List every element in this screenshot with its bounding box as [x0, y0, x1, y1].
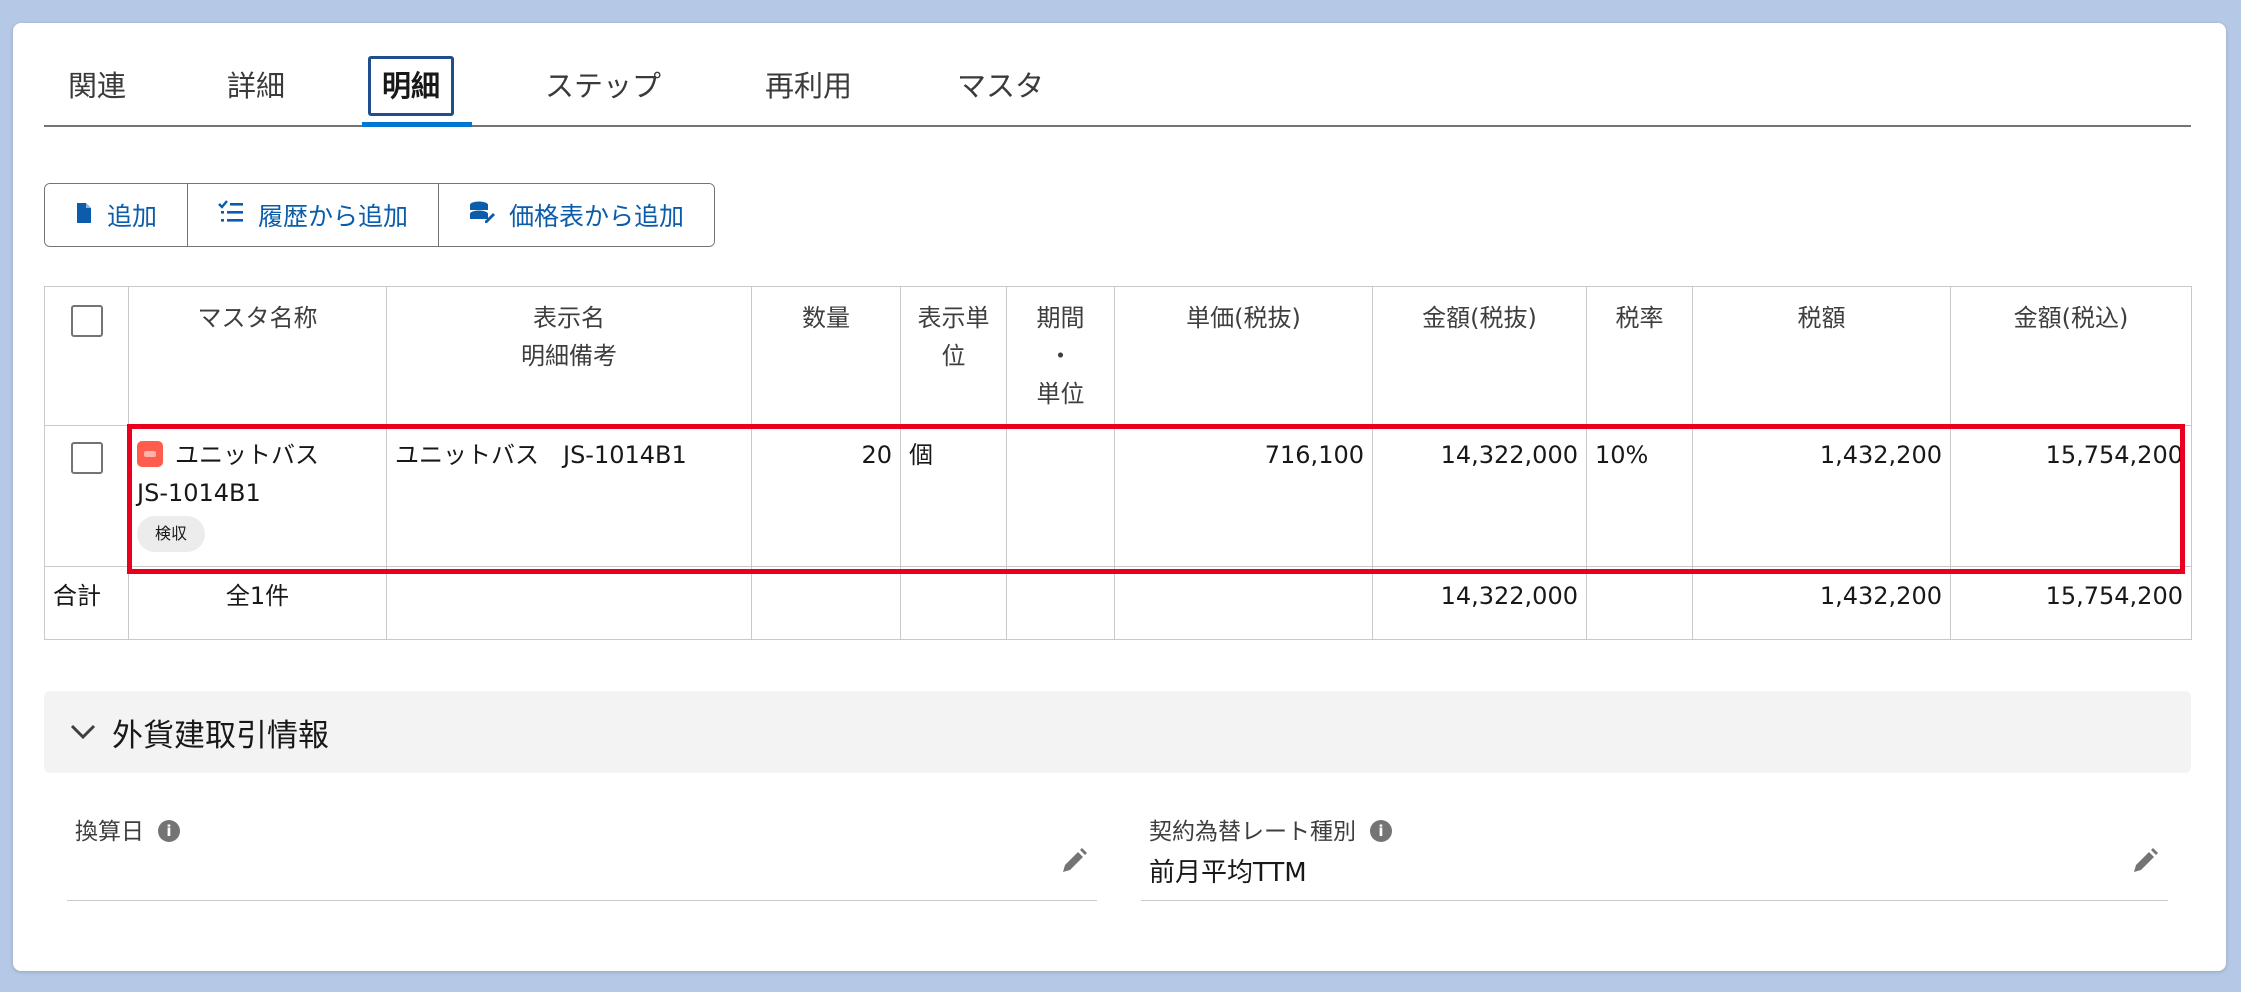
- conversion-date-label: 換算日 i: [75, 812, 180, 846]
- total-count: 全1件: [128, 566, 387, 640]
- total-label: 合計: [44, 566, 129, 640]
- rate-type-field[interactable]: 契約為替レート種別 i 前月平均TTM: [1141, 812, 2168, 901]
- total-empty-1: [386, 566, 752, 640]
- info-icon[interactable]: i: [158, 819, 180, 842]
- header-unit[interactable]: 表示単位: [900, 286, 1007, 426]
- section-title: 外貨建取引情報: [112, 717, 329, 754]
- tab-reuse[interactable]: 再利用: [765, 50, 852, 122]
- header-display-name-line2: 明細備考: [521, 342, 617, 370]
- add-from-history-label: 履歴から追加: [258, 202, 409, 231]
- total-empty-2: [751, 566, 901, 640]
- master-name-line2: JS-1014B1: [137, 479, 261, 507]
- header-period-line1: 期間: [1036, 304, 1085, 332]
- header-master-name[interactable]: マスタ名称: [128, 286, 387, 426]
- tab-steps[interactable]: ステップ: [545, 50, 661, 122]
- add-button[interactable]: 追加: [45, 184, 189, 246]
- header-unit-price[interactable]: 単価(税抜): [1114, 286, 1373, 426]
- total-empty-4: [1006, 566, 1115, 640]
- add-from-pricelist-label: 価格表から追加: [509, 202, 685, 231]
- conversion-date-label-text: 換算日: [75, 819, 144, 845]
- cell-period: [1006, 425, 1115, 567]
- total-amount-in-tax: 15,754,200: [1950, 566, 2192, 640]
- cell-unit: 個: [900, 425, 1007, 567]
- rate-type-label: 契約為替レート種別 i: [1149, 812, 1392, 846]
- line-item-actions: 追加 履歴から追加 価格表から追加: [44, 183, 716, 247]
- cell-amount-ex-tax: 14,322,000: [1372, 425, 1587, 567]
- header-display-name[interactable]: 表示名 明細備考: [386, 286, 752, 426]
- list-check-icon: [218, 200, 244, 230]
- row-select-cell: [44, 425, 129, 567]
- header-unit-line1: 表示単: [917, 304, 990, 332]
- header-quantity[interactable]: 数量: [751, 286, 901, 426]
- header-amount-in-tax[interactable]: 金額(税込): [1950, 286, 2192, 426]
- header-period[interactable]: 期間・単位: [1006, 286, 1115, 426]
- header-tax-rate[interactable]: 税率: [1586, 286, 1693, 426]
- document-icon: [75, 201, 93, 230]
- cell-tax-amount: 1,432,200: [1692, 425, 1951, 567]
- header-display-name-line1: 表示名: [533, 304, 605, 332]
- row-checkbox[interactable]: [70, 442, 103, 474]
- tab-line-items[interactable]: 明細: [368, 56, 455, 116]
- table-row[interactable]: ユニットバス JS-1014B1 検収 ユニットバス JS-1014B1 20 …: [44, 425, 2192, 567]
- header-period-line3: 単位: [1036, 380, 1085, 408]
- master-name-line1: ユニットバス: [175, 441, 319, 469]
- total-tax-amount: 1,432,200: [1692, 566, 1951, 640]
- cell-unit-price: 716,100: [1114, 425, 1373, 567]
- status-badge: 検収: [137, 516, 206, 552]
- rate-type-value: 前月平均TTM: [1149, 858, 1307, 888]
- total-empty-5: [1114, 566, 1373, 640]
- coins-icon: [469, 200, 496, 230]
- select-all-cell: [44, 286, 129, 426]
- tab-related[interactable]: 関連: [68, 50, 126, 122]
- cell-master-name[interactable]: ユニットバス JS-1014B1 検収: [128, 425, 387, 567]
- conversion-date-field[interactable]: 換算日 i: [67, 812, 1097, 901]
- cell-display-name: ユニットバス JS-1014B1: [386, 425, 752, 567]
- select-all-checkbox[interactable]: [70, 305, 103, 337]
- header-tax-amount[interactable]: 税額: [1692, 286, 1951, 426]
- cell-tax-rate: 10%: [1586, 425, 1693, 567]
- add-from-pricelist-button[interactable]: 価格表から追加: [439, 184, 715, 246]
- header-unit-line2: 位: [941, 342, 966, 370]
- total-empty-6: [1586, 566, 1693, 640]
- total-empty-3: [900, 566, 1007, 640]
- pencil-icon[interactable]: [2130, 846, 2160, 876]
- tab-master[interactable]: マスタ: [957, 50, 1044, 122]
- chevron-down-icon: [70, 717, 96, 747]
- rate-type-label-text: 契約為替レート種別: [1149, 819, 1356, 845]
- line-items-table: マスタ名称 表示名明細備考 数量 表示単位 期間・単位 単価(税抜) 金額(税抜…: [44, 286, 2192, 640]
- active-tab-indicator: [362, 122, 472, 127]
- tab-bar: 関連 詳細 明細 ステップ 再利用 マスタ: [44, 50, 2191, 127]
- total-amount-ex-tax: 14,322,000: [1372, 566, 1587, 640]
- product-icon: [137, 441, 163, 467]
- cell-amount-in-tax: 15,754,200: [1950, 425, 2192, 567]
- tab-details[interactable]: 詳細: [227, 50, 285, 122]
- add-from-history-button[interactable]: 履歴から追加: [188, 184, 440, 246]
- info-icon[interactable]: i: [1370, 819, 1392, 842]
- cell-quantity: 20: [751, 425, 901, 567]
- foreign-currency-section-header[interactable]: 外貨建取引情報: [44, 691, 2191, 773]
- add-button-label: 追加: [107, 202, 158, 231]
- pencil-icon[interactable]: [1059, 846, 1089, 876]
- table-header-row: マスタ名称 表示名明細備考 数量 表示単位 期間・単位 単価(税抜) 金額(税抜…: [44, 286, 2192, 426]
- total-row: 合計 全1件 14,322,000 1,432,200 15,754,200: [44, 566, 2192, 640]
- header-period-line2: ・: [1048, 342, 1073, 370]
- header-amount-ex-tax[interactable]: 金額(税抜): [1372, 286, 1587, 426]
